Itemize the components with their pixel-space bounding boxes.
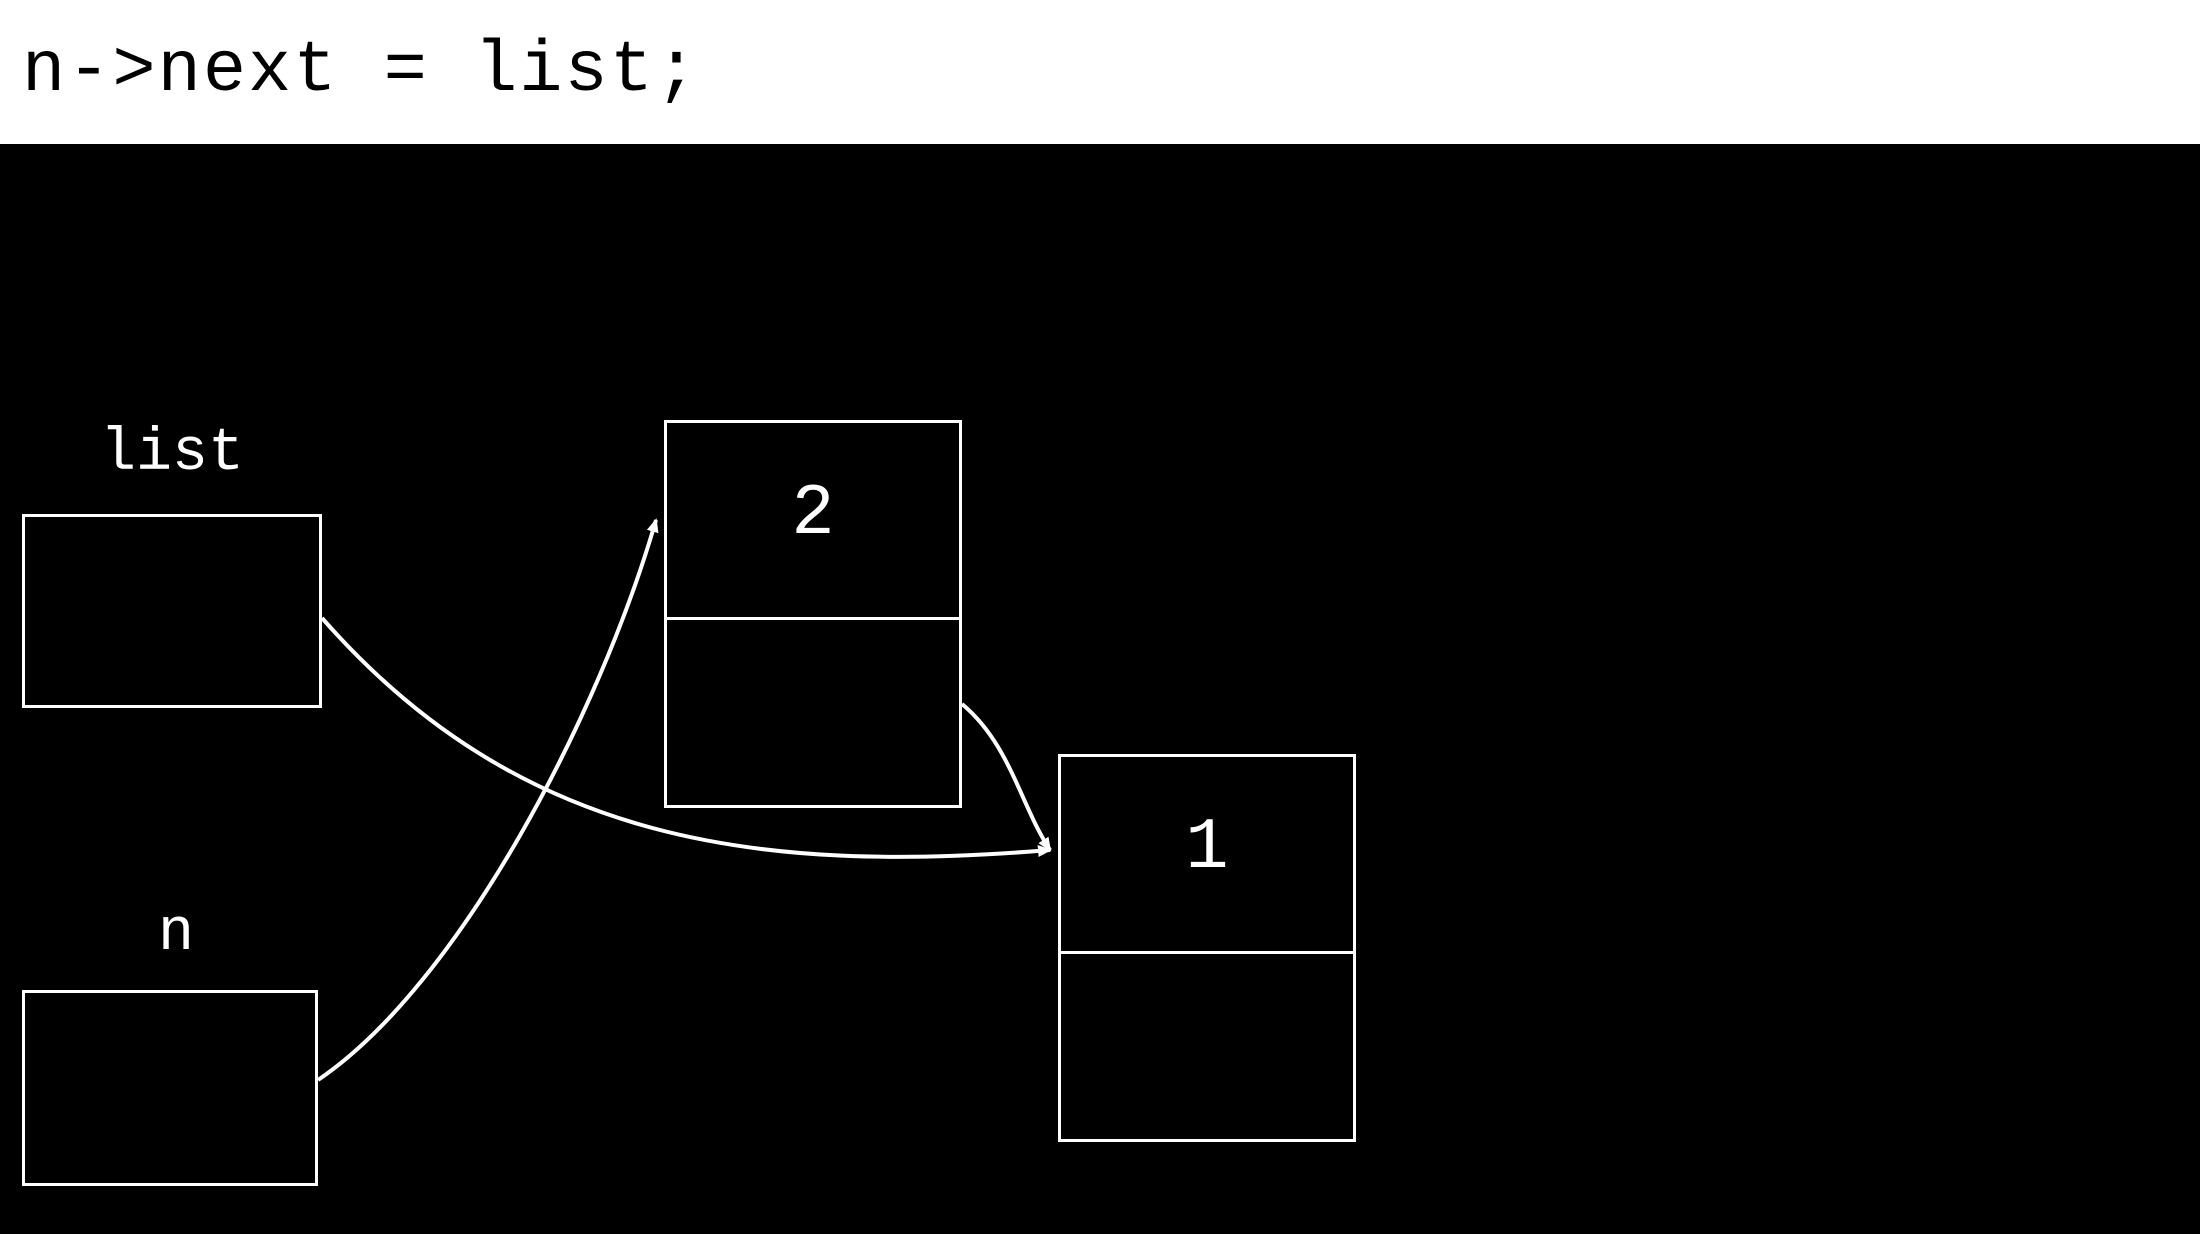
node-a-value: 2 <box>667 473 959 555</box>
diagram-area: list n 2 1 <box>0 144 2200 1234</box>
node-b-value: 1 <box>1061 807 1353 889</box>
list-label: list <box>100 420 244 488</box>
list-pointer-box <box>22 514 322 708</box>
n-label: n <box>158 900 194 968</box>
node-b: 1 <box>1058 754 1356 1142</box>
node-a: 2 <box>664 420 962 808</box>
node-b-divider <box>1061 951 1353 954</box>
node-a-divider <box>667 617 959 620</box>
code-header: n->next = list; <box>0 0 2200 144</box>
code-line: n->next = list; <box>22 30 700 112</box>
n-pointer-box <box>22 990 318 1186</box>
arrow-node-a-next-to-node-b <box>962 704 1050 850</box>
arrow-n-to-node-a <box>318 520 656 1080</box>
